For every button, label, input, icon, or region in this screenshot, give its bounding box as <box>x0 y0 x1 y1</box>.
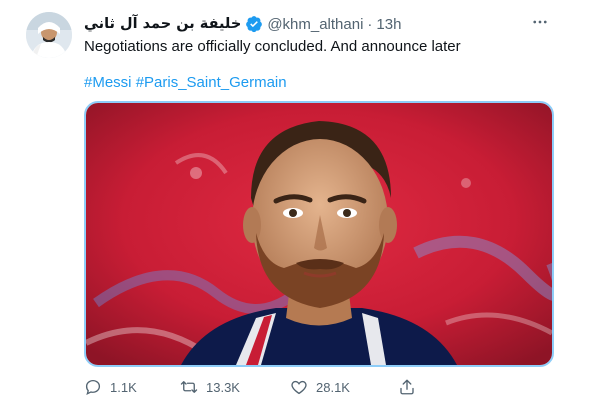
reply-button[interactable]: 1.1K <box>84 377 137 397</box>
tweet-media-photo[interactable] <box>84 101 554 367</box>
avatar-photo <box>26 12 72 58</box>
share-icon <box>400 379 414 395</box>
hashtag-link[interactable]: #Messi <box>84 74 132 91</box>
tweet-header: خليفة بن حمد آل ثاني @khm_althani · 13h <box>84 14 401 34</box>
separator-dot: · <box>367 15 373 33</box>
reply-count: 1.1K <box>110 379 137 395</box>
tweet-hashtags: #Messi #Paris_Saint_Germain <box>84 73 287 93</box>
verified-badge-icon <box>245 15 263 33</box>
hashtag-link[interactable]: #Paris_Saint_Germain <box>136 74 287 91</box>
tweet-actions: 1.1K 13.3K 28.1K <box>84 377 424 397</box>
retweet-count: 13.3K <box>206 379 240 395</box>
tweet-text: Negotiations are officially concluded. A… <box>84 38 461 55</box>
like-count: 28.1K <box>316 379 350 395</box>
like-button[interactable]: 28.1K <box>290 377 350 397</box>
player-portrait-image <box>86 103 552 365</box>
author-avatar[interactable] <box>26 12 72 58</box>
retweet-button[interactable]: 13.3K <box>180 377 240 397</box>
share-button[interactable] <box>398 377 416 397</box>
more-options-icon[interactable] <box>530 12 550 32</box>
tweet-card: خليفة بن حمد آل ثاني @khm_althani · 13h … <box>0 0 600 400</box>
author-display-name[interactable]: خليفة بن حمد آل ثاني <box>84 16 241 32</box>
author-handle[interactable]: @khm_althani <box>267 16 363 33</box>
tweet-timestamp[interactable]: 13h <box>376 16 401 33</box>
retweet-icon <box>180 381 198 393</box>
like-icon <box>291 380 307 395</box>
reply-icon <box>85 379 101 396</box>
